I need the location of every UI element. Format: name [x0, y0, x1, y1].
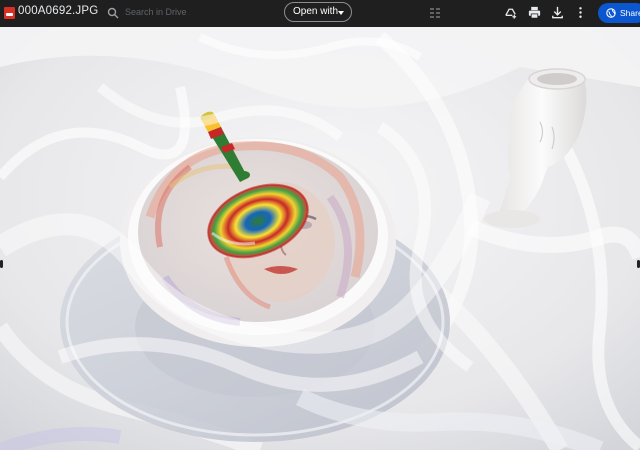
- globe-icon: [606, 8, 616, 18]
- chevron-down-icon: [338, 11, 344, 15]
- file-image-icon: [4, 7, 15, 19]
- more-vert-icon[interactable]: [573, 5, 588, 20]
- print-icon[interactable]: [527, 5, 542, 20]
- previous-arrow-indicator[interactable]: [0, 260, 3, 268]
- download-icon[interactable]: [550, 5, 565, 20]
- add-to-drive-icon[interactable]: [503, 5, 518, 20]
- open-with-button[interactable]: Open with: [284, 2, 352, 22]
- grid-icon[interactable]: [429, 7, 441, 19]
- share-button[interactable]: Share: [598, 3, 640, 23]
- file-name: 000A0692.JPG: [18, 5, 99, 17]
- image-viewer: [0, 27, 640, 450]
- share-label: Share: [620, 8, 640, 18]
- photo: [0, 27, 640, 450]
- open-with-label: Open with: [293, 6, 339, 17]
- search-input[interactable]: Search in Drive: [125, 7, 187, 17]
- search-icon[interactable]: [107, 7, 119, 19]
- viewer-toolbar: 000A0692.JPG Search in Drive Open with S…: [0, 0, 640, 27]
